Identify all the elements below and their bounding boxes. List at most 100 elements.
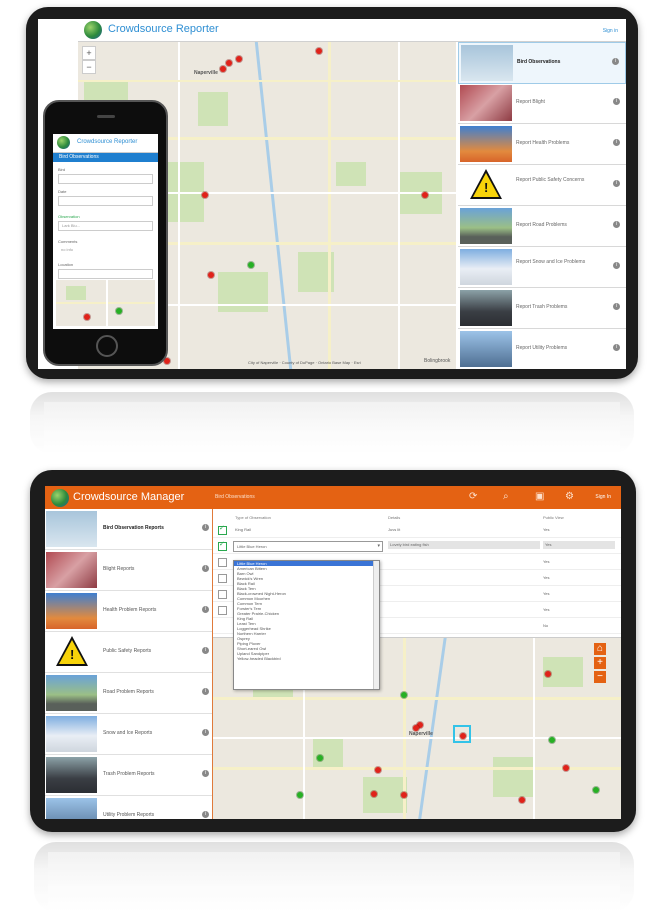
map-pin[interactable]	[593, 787, 599, 793]
info-icon[interactable]: i	[613, 303, 620, 310]
manager-item-blight-reports[interactable]: Blight Reports i	[45, 550, 212, 591]
reporter-item-report-public-safety[interactable]: ! Report Public Safety Concerns i	[458, 165, 626, 206]
phone-bird-field[interactable]	[58, 174, 153, 184]
refresh-icon[interactable]: ⟳	[469, 491, 477, 503]
map-pin[interactable]	[226, 60, 232, 66]
table-row[interactable]: King Rail Juvs lit Yes	[213, 523, 621, 538]
info-icon[interactable]: i	[202, 524, 209, 531]
manager-item-road-problem-reports[interactable]: Road Problem Reports i	[45, 673, 212, 714]
column-header[interactable]: Type of Observation	[235, 515, 271, 520]
map-pin[interactable]	[202, 192, 208, 198]
selected-feature-highlight[interactable]	[453, 725, 471, 743]
map-pin[interactable]	[545, 671, 551, 677]
phone-home-button[interactable]	[95, 335, 118, 357]
map-pin[interactable]	[563, 765, 569, 771]
dropdown-scrollbar[interactable]	[373, 561, 379, 689]
manager-item-health-problem-reports[interactable]: Health Problem Reports i	[45, 591, 212, 632]
manager-item-bird-observation-reports[interactable]: Bird Observation Reports i	[45, 509, 212, 550]
column-header[interactable]: Public View	[543, 515, 564, 520]
info-icon[interactable]: i	[613, 221, 620, 228]
manager-zoom-in-button[interactable]: +	[594, 657, 606, 669]
manager-item-snow-ice-reports[interactable]: Snow and Ice Reports i	[45, 714, 212, 755]
reporter-item-report-road-problems[interactable]: Report Road Problems i	[458, 206, 626, 247]
map-pin[interactable]	[84, 314, 90, 320]
manager-item-public-safety-reports[interactable]: ! Public Safety Reports i	[45, 632, 212, 673]
info-icon[interactable]: i	[613, 262, 620, 269]
reporter-item-bird-observations[interactable]: Bird Observations i	[458, 42, 626, 84]
row-checkbox[interactable]	[218, 540, 227, 551]
info-icon[interactable]: i	[202, 729, 209, 736]
dropdown-option[interactable]: Yellow-headed Blackbird	[234, 656, 379, 661]
reporter-item-report-blight[interactable]: Report Blight i	[458, 83, 626, 124]
search-icon[interactable]: ⌕	[503, 491, 509, 503]
info-icon[interactable]: i	[613, 180, 620, 187]
map-pin[interactable]	[519, 797, 525, 803]
manager-item-utility-problem-reports[interactable]: Utility Problem Reports i	[45, 796, 212, 819]
reporter-item-report-trash[interactable]: Report Trash Problems i	[458, 288, 626, 329]
reporter-zoom-out-button[interactable]: −	[82, 60, 96, 74]
row-checkbox[interactable]	[218, 524, 227, 535]
crowdsource-logo-icon	[57, 136, 70, 149]
trash-thumbnail	[460, 290, 512, 326]
map-pin[interactable]	[375, 767, 381, 773]
observation-type-options[interactable]: Little Blue Heron American Bittern Barn …	[233, 560, 380, 690]
phone-field-label: Observation	[58, 214, 80, 219]
observation-type-dropdown[interactable]: Little Blue Heron ▾	[233, 541, 383, 552]
map-pin[interactable]	[317, 755, 323, 761]
reporter-item-report-health-problems[interactable]: Report Health Problems i	[458, 124, 626, 165]
map-pin[interactable]	[297, 792, 303, 798]
table-cell: King Rail	[235, 527, 252, 532]
info-icon[interactable]: i	[613, 98, 620, 105]
warning-sign-icon: !	[460, 167, 512, 203]
map-pin[interactable]	[401, 792, 407, 798]
phone-location-field[interactable]	[58, 269, 153, 279]
row-checkbox[interactable]	[218, 590, 227, 599]
info-icon[interactable]: i	[613, 139, 620, 146]
info-icon[interactable]: i	[202, 688, 209, 695]
column-header[interactable]: Details	[388, 515, 400, 520]
row-checkbox[interactable]	[218, 558, 227, 567]
phone-observation-field[interactable]: Lark Blu...	[58, 221, 153, 231]
info-icon[interactable]: i	[202, 647, 209, 654]
reporter-reflection	[30, 392, 634, 454]
map-pin[interactable]	[316, 48, 322, 54]
table-icon[interactable]: ▣	[535, 491, 544, 503]
info-icon[interactable]: i	[612, 58, 619, 65]
reporter-zoom-in-button[interactable]: +	[82, 46, 96, 60]
manager-signin-link[interactable]: Sign In	[595, 494, 611, 500]
map-pin[interactable]	[401, 692, 407, 698]
info-icon[interactable]: i	[613, 344, 620, 351]
table-cell: Yes	[543, 541, 615, 549]
row-checkbox[interactable]	[218, 606, 227, 615]
info-icon[interactable]: i	[202, 565, 209, 572]
utility-thumbnail	[46, 798, 97, 819]
map-pin[interactable]	[116, 308, 122, 314]
map-label-bolingbrook: Bolingbrook	[424, 358, 451, 364]
row-checkbox[interactable]	[218, 574, 227, 583]
reporter-item-report-snow-ice[interactable]: Report Snow and Ice Problems i	[458, 247, 626, 288]
info-icon[interactable]: i	[202, 811, 209, 818]
map-pin[interactable]	[371, 791, 377, 797]
manager-zoom-out-button[interactable]: −	[594, 671, 606, 683]
map-pin[interactable]	[549, 737, 555, 743]
phone-map[interactable]	[56, 280, 155, 326]
info-icon[interactable]: i	[202, 606, 209, 613]
map-pin[interactable]	[422, 192, 428, 198]
mosquito-thumbnail	[46, 593, 97, 629]
map-pin[interactable]	[236, 56, 242, 62]
info-icon[interactable]: i	[202, 770, 209, 777]
manager-item-trash-problem-reports[interactable]: Trash Problem Reports i	[45, 755, 212, 796]
manager-item-label: Road Problem Reports	[103, 689, 154, 695]
crowdsource-logo-icon	[84, 21, 102, 39]
table-cell: Yes	[543, 575, 550, 580]
reporter-layer-list: Bird Observations i Report Blight i Repo…	[458, 42, 626, 369]
map-home-button[interactable]: ⌂	[594, 643, 606, 655]
reporter-signin-link[interactable]: Sign in	[603, 28, 618, 34]
phone-date-field[interactable]	[58, 196, 153, 206]
reporter-item-report-utility[interactable]: Report Utility Problems i	[458, 329, 626, 369]
map-pin[interactable]	[220, 66, 226, 72]
map-pin[interactable]	[208, 272, 214, 278]
map-pin[interactable]	[248, 262, 254, 268]
gear-icon[interactable]: ⚙	[565, 491, 574, 503]
map-pin[interactable]	[413, 725, 419, 731]
